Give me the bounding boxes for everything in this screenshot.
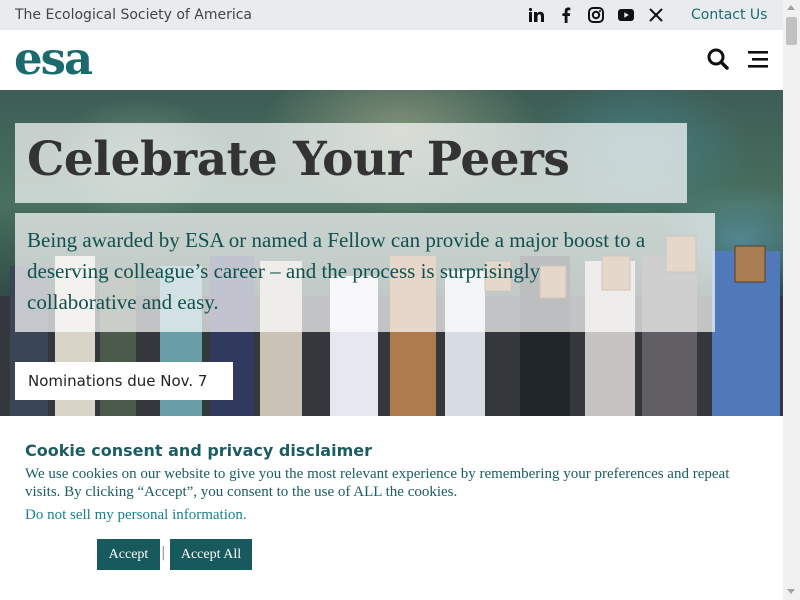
cookie-consent-panel: Cookie consent and privacy disclaimer We… xyxy=(0,416,783,600)
scroll-down-arrow[interactable] xyxy=(787,589,795,594)
cookie-title: Cookie consent and privacy disclaimer xyxy=(25,441,372,460)
hero-title-panel: Celebrate Your Peers xyxy=(15,123,687,203)
contact-us-link[interactable]: Contact Us xyxy=(691,7,767,23)
organization-name: The Ecological Society of America xyxy=(15,7,253,23)
facebook-icon[interactable] xyxy=(558,7,574,23)
x-icon[interactable] xyxy=(648,7,664,23)
linkedin-icon[interactable] xyxy=(528,7,544,23)
site-header: esa xyxy=(0,30,783,90)
button-separator: | xyxy=(161,545,166,561)
esa-logo[interactable]: esa xyxy=(14,36,93,81)
nominations-deadline-text: Nominations due Nov. 7 xyxy=(28,372,208,390)
do-not-sell-link[interactable]: Do not sell my personal information. xyxy=(25,507,247,524)
scrollbar-thumb[interactable] xyxy=(786,17,797,45)
hero-description-panel: Being awarded by ESA or named a Fellow c… xyxy=(15,213,715,332)
instagram-icon[interactable] xyxy=(588,7,604,23)
top-utility-bar: The Ecological Society of America Contac… xyxy=(0,0,783,30)
accept-all-button[interactable]: Accept All xyxy=(170,539,252,570)
youtube-icon[interactable] xyxy=(618,7,634,23)
hero-description: Being awarded by ESA or named a Fellow c… xyxy=(27,228,646,314)
scroll-up-arrow[interactable] xyxy=(787,5,795,10)
hero-banner: Celebrate Your Peers Being awarded by ES… xyxy=(0,90,783,416)
nominations-deadline-badge[interactable]: Nominations due Nov. 7 xyxy=(15,362,233,400)
hero-title: Celebrate Your Peers xyxy=(27,132,570,187)
vertical-scrollbar[interactable] xyxy=(783,0,800,600)
cookie-text: We use cookies on our website to give yo… xyxy=(25,466,730,500)
search-icon[interactable] xyxy=(707,48,729,70)
accept-button[interactable]: Accept xyxy=(97,539,160,570)
menu-icon[interactable] xyxy=(747,48,769,70)
